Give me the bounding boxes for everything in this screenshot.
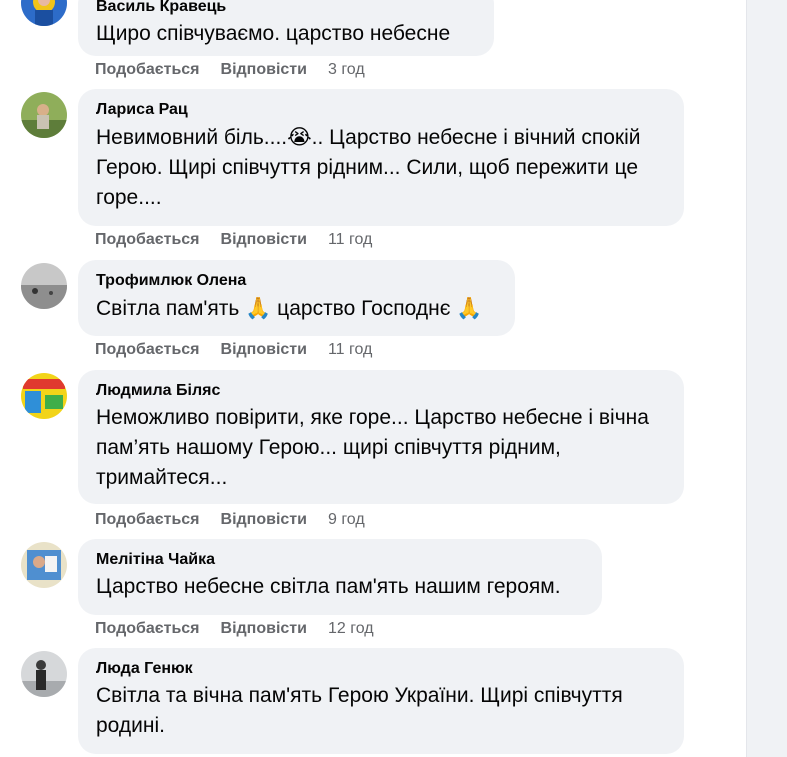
reply-button[interactable]: Відповісти xyxy=(221,620,307,637)
avatar[interactable] xyxy=(21,542,67,588)
comment-text: Щиро співчуваємо. царство небесне xyxy=(96,22,451,45)
like-button[interactable]: Подобається xyxy=(95,341,200,358)
comment-bubble: Василь Кравець Щиро співчуваємо. царство… xyxy=(78,0,494,56)
comment-time[interactable]: 11 год xyxy=(328,231,372,248)
comment-time[interactable]: 11 год xyxy=(328,341,372,358)
comment-actions: Подобається Відповісти 3 год xyxy=(95,60,365,80)
reply-button[interactable]: Відповісти xyxy=(221,511,307,528)
avatar[interactable] xyxy=(21,651,67,697)
comment-actions: Подобається Відповісти 9 год xyxy=(95,510,365,530)
comment-actions: Подобається Відповісти 11 год xyxy=(95,230,372,250)
reply-button[interactable]: Відповісти xyxy=(221,231,307,248)
comment-bubble: Мелітіна Чайка Царство небесне світла па… xyxy=(78,539,602,615)
like-button[interactable]: Подобається xyxy=(95,511,200,528)
comment-time[interactable]: 9 год xyxy=(328,511,365,528)
avatar[interactable] xyxy=(21,92,67,138)
folded-hands-emoji: 🙏 xyxy=(456,296,483,320)
comment-author[interactable]: Мелітіна Чайка xyxy=(96,550,584,570)
comment-author[interactable]: Василь Кравець xyxy=(96,0,476,17)
comment-author[interactable]: Лариса Рац xyxy=(96,100,666,120)
comment-time[interactable]: 12 год xyxy=(328,620,374,637)
avatar[interactable] xyxy=(21,373,67,419)
comment-actions: Подобається Відповісти 12 год xyxy=(95,619,374,639)
comment-text: Царство небесне світла пам'ять нашим гер… xyxy=(96,575,561,598)
crying-face-emoji: 😭 xyxy=(287,125,312,149)
comment-actions: Подобається Відповісти 11 год xyxy=(95,340,372,360)
scrollbar[interactable] xyxy=(746,0,787,757)
avatar[interactable] xyxy=(21,263,67,309)
comment-author[interactable]: Трофимлюк Олена xyxy=(96,271,497,291)
like-button[interactable]: Подобається xyxy=(95,61,200,78)
comment-bubble: Трофимлюк Олена Світла пам'ять 🙏 царство… xyxy=(78,260,515,336)
comment-bubble: Люда Генюк Світла та вічна пам'ять Герою… xyxy=(78,648,684,754)
comment-text: Невимовний біль....😭.. Царство небесне і… xyxy=(96,122,666,213)
reply-button[interactable]: Відповісти xyxy=(221,61,307,78)
like-button[interactable]: Подобається xyxy=(95,231,200,248)
reply-button[interactable]: Відповісти xyxy=(221,341,307,358)
comment-bubble: Людмила Біляс Неможливо повірити, яке го… xyxy=(78,370,684,504)
comment-author[interactable]: Людмила Біляс xyxy=(96,381,666,401)
comment-text: Неможливо повірити, яке горе... Царство … xyxy=(96,406,649,489)
avatar[interactable] xyxy=(21,0,67,26)
folded-hands-emoji: 🙏 xyxy=(245,296,272,320)
comment-author[interactable]: Люда Генюк xyxy=(96,659,666,679)
like-button[interactable]: Подобається xyxy=(95,620,200,637)
comment-text: Світла та вічна пам'ять Герою України. Щ… xyxy=(96,684,623,737)
comment-bubble: Лариса Рац Невимовний біль....😭.. Царств… xyxy=(78,89,684,226)
comment-time[interactable]: 3 год xyxy=(328,61,365,78)
comment-text: Світла пам'ять 🙏 царство Господнє 🙏 xyxy=(96,293,497,324)
